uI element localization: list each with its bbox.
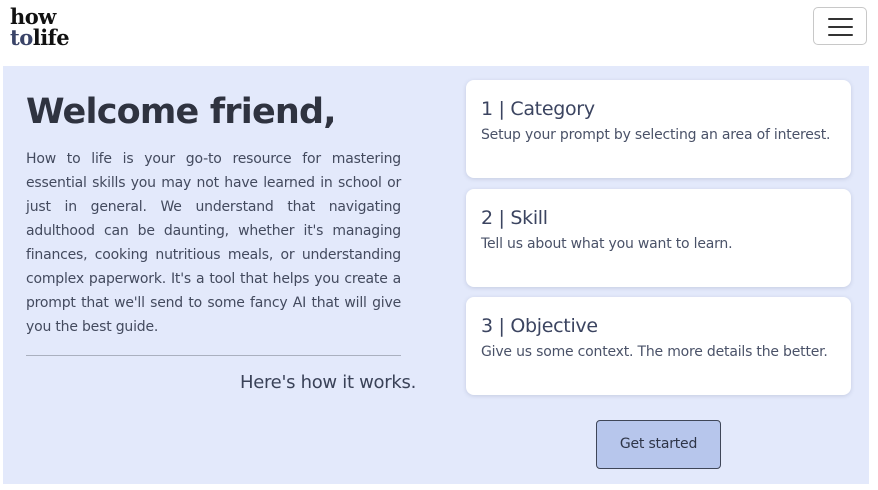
step-title: 2 | Skill bbox=[481, 207, 548, 229]
brand-logo-line2: tolife bbox=[10, 25, 70, 50]
how-it-works-heading: Here's how it works. bbox=[239, 372, 416, 393]
step-description: Setup your prompt by selecting an area o… bbox=[481, 127, 831, 143]
intro-paragraph: How to life is your go-to resource for m… bbox=[26, 151, 401, 335]
step-card-objective: 3 | Objective Give us some context. The … bbox=[466, 297, 851, 395]
page-title: Welcome friend, bbox=[26, 92, 337, 132]
step-card-skill: 2 | Skill Tell us about what you want to… bbox=[466, 189, 851, 287]
brand-logo-life: life bbox=[32, 25, 70, 50]
brand-logo-to: to bbox=[10, 25, 33, 50]
main-content: Welcome friend, How to life is your go-t… bbox=[3, 66, 869, 484]
menu-toggle-button[interactable] bbox=[813, 7, 867, 45]
top-navbar: how tolife bbox=[0, 0, 878, 66]
step-title: 3 | Objective bbox=[481, 315, 598, 337]
step-description: Tell us about what you want to learn. bbox=[481, 236, 733, 252]
brand-logo[interactable]: how tolife bbox=[10, 4, 70, 50]
step-card-category: 1 | Category Setup your prompt by select… bbox=[466, 80, 851, 178]
step-title: 1 | Category bbox=[481, 98, 595, 120]
section-divider bbox=[26, 355, 401, 356]
brand-logo-line1: how bbox=[10, 4, 56, 29]
step-description: Give us some context. The more details t… bbox=[481, 344, 828, 360]
get-started-button[interactable]: Get started bbox=[596, 420, 721, 469]
